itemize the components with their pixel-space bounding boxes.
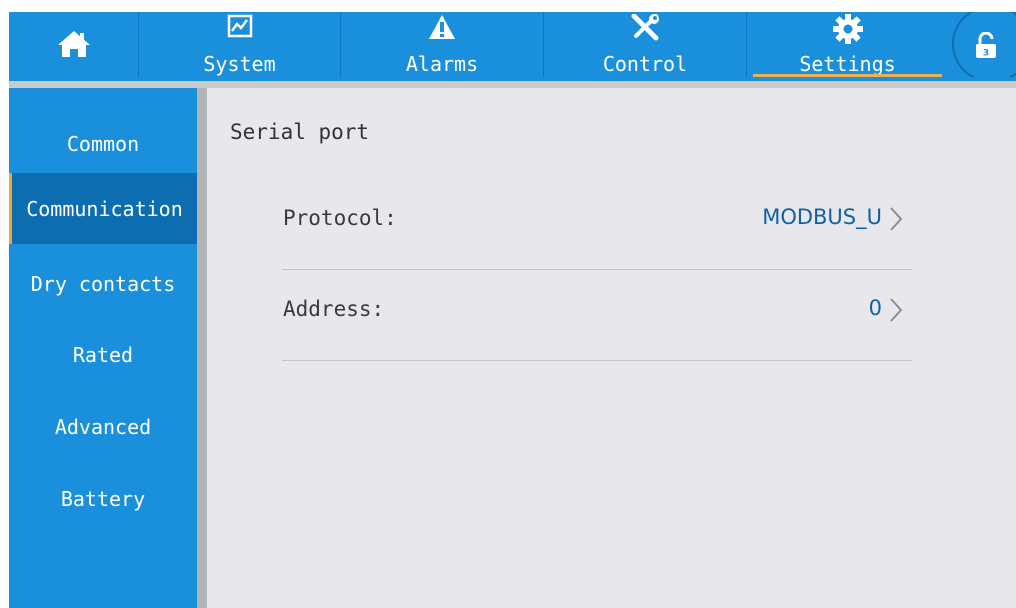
section-title: Serial port — [230, 120, 370, 144]
tab-label: Settings — [799, 52, 896, 76]
chart-icon — [139, 14, 340, 44]
sidebar-item-advanced[interactable]: Advanced — [9, 391, 197, 462]
home-button[interactable] — [9, 12, 138, 77]
protocol-row[interactable]: Protocol: MODBUS_U — [282, 178, 912, 270]
settings-sidebar: Common Communication Dry contacts Rated … — [9, 88, 197, 608]
tab-label: Control — [602, 52, 688, 76]
app-frame: System Alarms Control Settings 3 Common … — [9, 12, 1016, 608]
tools-icon — [544, 14, 746, 44]
tab-system[interactable]: System — [138, 12, 340, 77]
lock-badge: 3 — [983, 49, 989, 59]
address-value: 0 — [868, 296, 882, 320]
protocol-label: Protocol: — [283, 206, 397, 230]
sidebar-divider — [197, 88, 207, 608]
top-nav-bar: System Alarms Control Settings 3 — [9, 12, 1016, 82]
chevron-right-icon — [889, 206, 903, 236]
sidebar-item-dry-contacts[interactable]: Dry contacts — [9, 248, 197, 319]
protocol-value: MODBUS_U — [762, 205, 882, 229]
address-label: Address: — [283, 297, 385, 321]
chevron-right-icon — [889, 297, 903, 327]
tab-settings[interactable]: Settings — [746, 12, 948, 77]
home-icon — [9, 29, 138, 59]
sidebar-item-communication[interactable]: Communication — [9, 173, 197, 244]
warning-icon — [341, 14, 543, 44]
tab-label: Alarms — [405, 52, 479, 76]
gear-icon — [747, 14, 948, 44]
address-row[interactable]: Address: 0 — [282, 269, 912, 361]
tab-control[interactable]: Control — [543, 12, 746, 77]
unlock-icon: 3 — [974, 31, 998, 64]
tab-alarms[interactable]: Alarms — [340, 12, 543, 77]
tab-label: System — [203, 52, 276, 76]
sidebar-item-battery[interactable]: Battery — [9, 463, 197, 534]
settings-content: Serial port Protocol: MODBUS_U Address: … — [207, 88, 1016, 608]
lock-button[interactable]: 3 — [952, 12, 1016, 82]
sidebar-item-rated[interactable]: Rated — [9, 319, 197, 390]
sidebar-item-common[interactable]: Common — [9, 108, 197, 179]
header-separator — [9, 81, 1016, 88]
